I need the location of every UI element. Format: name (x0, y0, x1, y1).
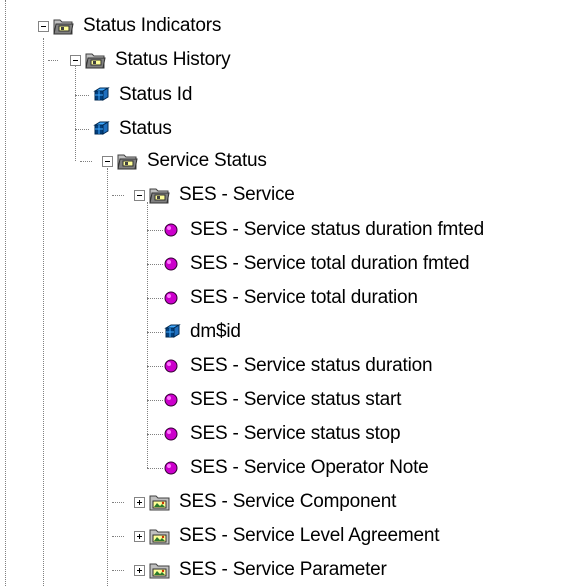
tree-node-label: SES - Service status start (190, 389, 402, 410)
tree-node-measure[interactable]: SES - Service status stop (160, 419, 402, 449)
folder-open-icon (85, 50, 107, 70)
measure-dot-icon (160, 458, 182, 478)
tree-node-label: dm$id (190, 321, 241, 342)
tree-view[interactable]: Status Indicators Status History Status … (0, 0, 571, 586)
tree-guide-line (80, 161, 92, 162)
collapse-toggle[interactable] (102, 156, 113, 167)
tree-node-label: SES - Service status duration fmted (190, 219, 484, 240)
tree-guide-line (75, 66, 76, 161)
tree-node-label: Status Indicators (83, 15, 222, 36)
tree-guide-line (43, 38, 44, 586)
tree-node-label: SES - Service status duration (190, 355, 433, 376)
tree-guide-line (112, 570, 124, 571)
tree-guide-line (147, 202, 148, 468)
tree-node-measure[interactable]: SES - Service status duration (160, 351, 434, 381)
tree-node-measure[interactable]: SES - Service total duration fmted (160, 249, 471, 279)
tree-node-label: SES - Service Parameter (179, 559, 387, 580)
measure-dot-icon (160, 288, 182, 308)
dimension-cube-icon (89, 119, 111, 139)
tree-node-measure[interactable]: SES - Service Operator Note (160, 453, 431, 483)
expand-toggle[interactable] (134, 497, 145, 508)
folder-closed-icon (149, 492, 171, 512)
measure-dot-icon (160, 424, 182, 444)
tree-node-status[interactable]: Status (89, 114, 174, 144)
tree-node-label: SES - Service Level Agreement (179, 525, 440, 546)
tree-node-label: Status (119, 118, 172, 139)
tree-node-label: SES - Service total duration (190, 287, 418, 308)
tree-node-label: SES - Service Component (179, 491, 397, 512)
tree-node-service-status[interactable]: Service Status (117, 146, 269, 176)
tree-node-label: SES - Service status stop (190, 423, 401, 444)
tree-node-ses-service[interactable]: SES - Service (149, 180, 297, 210)
tree-guide-line (75, 129, 89, 130)
dimension-cube-icon (160, 322, 182, 342)
folder-closed-icon (149, 526, 171, 546)
tree-node-measure[interactable]: SES - Service total duration (160, 283, 420, 313)
expand-toggle[interactable] (134, 531, 145, 542)
measure-dot-icon (160, 220, 182, 240)
folder-open-icon (149, 185, 171, 205)
tree-node-ses-service-component[interactable]: SES - Service Component (149, 487, 398, 517)
tree-node-label: Status History (115, 49, 231, 70)
tree-node-measure[interactable]: SES - Service status start (160, 385, 403, 415)
tree-guide-line (112, 195, 124, 196)
collapse-toggle[interactable] (70, 55, 81, 66)
folder-closed-icon (149, 560, 171, 580)
expand-toggle[interactable] (134, 565, 145, 576)
tree-node-status-history[interactable]: Status History (85, 45, 232, 75)
tree-node-label: Service Status (147, 150, 267, 171)
tree-guide-line (107, 168, 108, 586)
folder-open-icon (117, 151, 139, 171)
tree-guide-line (112, 536, 124, 537)
tree-node-dm-id[interactable]: dm$id (160, 317, 243, 347)
tree-guide-line (5, 0, 6, 586)
tree-node-ses-service-level-agreement[interactable]: SES - Service Level Agreement (149, 521, 441, 551)
measure-dot-icon (160, 390, 182, 410)
folder-open-icon (53, 16, 75, 36)
tree-node-status-id[interactable]: Status Id (89, 80, 194, 110)
tree-node-label: SES - Service Operator Note (190, 457, 429, 478)
tree-node-label: SES - Service total duration fmted (190, 253, 470, 274)
tree-guide-line (112, 502, 124, 503)
tree-node-status-indicators[interactable]: Status Indicators (53, 11, 223, 41)
tree-node-label: Status Id (119, 84, 193, 105)
measure-dot-icon (160, 254, 182, 274)
measure-dot-icon (160, 356, 182, 376)
tree-node-measure[interactable]: SES - Service status duration fmted (160, 215, 486, 245)
tree-node-ses-service-parameter[interactable]: SES - Service Parameter (149, 555, 389, 585)
collapse-toggle[interactable] (38, 21, 49, 32)
tree-guide-line (48, 60, 58, 61)
tree-guide-line (75, 95, 89, 96)
collapse-toggle[interactable] (134, 190, 145, 201)
dimension-cube-icon (89, 85, 111, 105)
tree-node-label: SES - Service (179, 184, 295, 205)
